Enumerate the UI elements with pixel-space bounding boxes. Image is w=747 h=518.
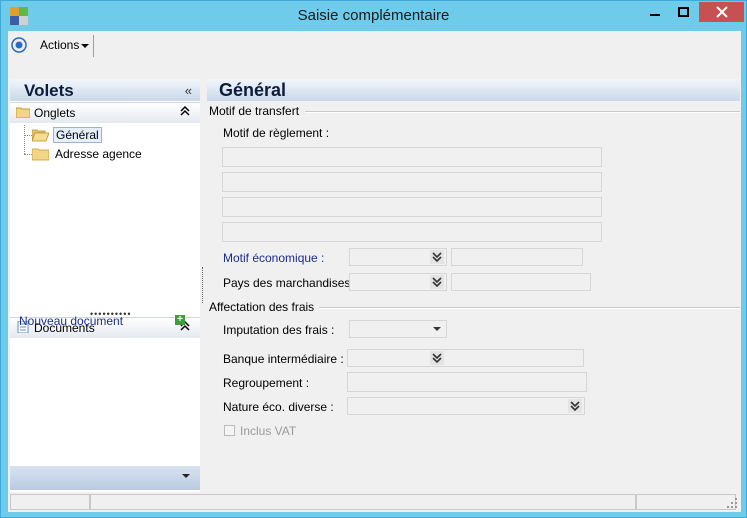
motif-economique-description[interactable] <box>451 248 583 266</box>
close-button[interactable] <box>699 2 744 22</box>
collapse-panel-icon[interactable]: « <box>185 83 192 98</box>
actions-menu-button[interactable]: Actions <box>40 38 90 52</box>
close-icon <box>715 6 728 18</box>
status-cell-3 <box>636 494 736 510</box>
left-panel: Volets « Onglets Général Adresse agence … <box>10 79 200 492</box>
double-chevron-down-icon <box>430 275 444 289</box>
inclus-vat-checkbox[interactable] <box>224 425 235 436</box>
double-chevron-down-icon <box>568 399 582 413</box>
banque-intermediaire-label: Banque intermédiaire : <box>223 352 344 366</box>
maximize-button[interactable] <box>669 2 698 22</box>
tree-item-label: Adresse agence <box>55 147 142 161</box>
double-chevron-down-icon <box>430 250 444 264</box>
left-panel-title: Volets <box>24 81 74 100</box>
window-title: Saisie complémentaire <box>297 7 450 24</box>
target-icon[interactable] <box>11 37 27 53</box>
motif-economique-link[interactable]: Motif économique : <box>223 251 324 265</box>
open-folder-icon <box>32 129 49 142</box>
banque-intermediaire-select[interactable] <box>347 349 584 367</box>
imputation-frais-select[interactable] <box>349 320 447 338</box>
minimize-button[interactable] <box>640 2 669 22</box>
pays-marchandises-label: Pays des marchandises : <box>223 276 358 290</box>
actions-label: Actions <box>40 38 80 52</box>
inclus-vat-label: Inclus VAT <box>240 424 297 438</box>
section-divider <box>305 111 740 113</box>
toolbar: Actions <box>8 31 741 61</box>
regroupement-field[interactable] <box>347 372 587 392</box>
chevron-down-icon <box>433 327 441 331</box>
nature-eco-select[interactable] <box>347 397 585 415</box>
status-cell-1 <box>10 494 90 510</box>
new-document-link[interactable]: Nouveau document <box>19 314 123 328</box>
section-divider <box>319 307 740 309</box>
section-affectation-des-frais: Affectation des frais <box>209 300 315 314</box>
main-panel-header: Général <box>207 79 740 101</box>
section-motif-de-transfert: Motif de transfert <box>209 104 300 118</box>
client-area: Actions Volets « Onglets Général Adresse… <box>8 31 741 512</box>
pays-marchandises-description[interactable] <box>451 273 591 291</box>
folder-icon <box>32 148 49 161</box>
minimize-icon <box>649 14 660 16</box>
imputation-frais-label: Imputation des frais : <box>223 323 335 337</box>
title-bar[interactable]: Saisie complémentaire <box>1 1 746 31</box>
tabs-group-label: Onglets <box>34 106 76 120</box>
motif-reglement-label: Motif de règlement : <box>223 126 330 140</box>
tree-item-label: Général <box>53 127 102 143</box>
chevron-down-icon <box>81 43 90 48</box>
application-window: Saisie complémentaire Actions Volets « O… <box>0 0 747 518</box>
status-cell-2 <box>90 494 636 510</box>
motif-economique-select[interactable] <box>349 248 447 266</box>
toolbar-separator <box>93 35 94 57</box>
tabs-group-header[interactable]: Onglets <box>10 102 200 123</box>
tree-line <box>24 135 32 136</box>
motif-reglement-line-2[interactable] <box>222 172 602 192</box>
double-chevron-up-icon[interactable] <box>180 106 190 116</box>
nature-eco-label: Nature éco. diverse : <box>223 400 334 414</box>
motif-reglement-line-1[interactable] <box>222 147 602 167</box>
tree-line <box>24 154 32 155</box>
resize-grip-icon[interactable] <box>726 497 738 509</box>
status-bar <box>8 492 741 512</box>
folder-icon <box>16 107 30 118</box>
motif-reglement-line-4[interactable] <box>222 222 602 242</box>
main-panel-title: Général <box>219 80 287 100</box>
motif-reglement-line-3[interactable] <box>222 197 602 217</box>
add-icon[interactable]: + <box>175 315 185 325</box>
tree-line <box>24 125 25 154</box>
main-panel: Général Motif de transfert Motif de règl… <box>207 79 740 492</box>
double-chevron-down-icon <box>430 351 444 365</box>
regroupement-label: Regroupement : <box>223 376 310 390</box>
panel-dropdown-bar[interactable] <box>10 466 200 490</box>
maximize-icon <box>678 7 689 17</box>
vertical-splitter[interactable] <box>202 267 204 303</box>
left-panel-header: Volets « <box>10 79 200 101</box>
pays-marchandises-select[interactable] <box>349 273 447 291</box>
chevron-down-icon <box>182 474 190 478</box>
